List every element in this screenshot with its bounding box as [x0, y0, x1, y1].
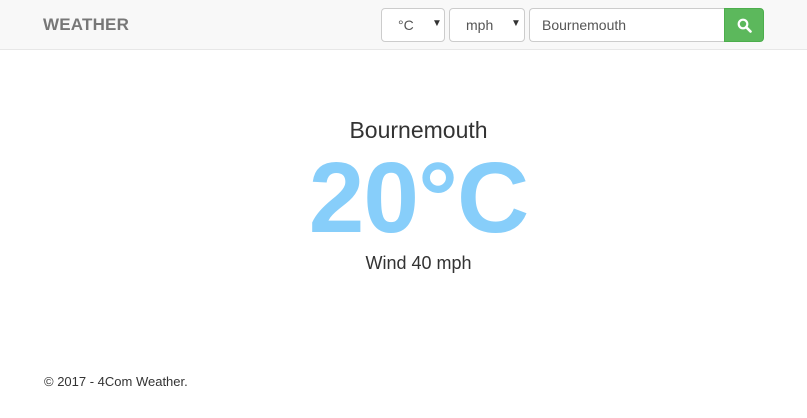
caret-down-icon: ▼ [511, 18, 521, 29]
search-icon [737, 18, 752, 33]
temperature-display: 20°C [308, 142, 529, 254]
search-button[interactable] [724, 8, 764, 42]
footer-copyright: © 2017 - 4Com Weather. [44, 374, 188, 389]
city-name: Bournemouth [349, 117, 488, 143]
brand-logo[interactable]: WEATHER [43, 15, 129, 35]
city-search-input[interactable]: Bournemouth [529, 8, 725, 42]
temperature-unit-value: °C [398, 17, 414, 33]
speed-unit-value: mph [466, 17, 494, 33]
wind-speed: Wind 40 mph [365, 253, 472, 273]
speed-unit-select[interactable]: mph ▼ [449, 8, 525, 42]
navbar: WEATHER °C ▼ mph ▼ Bournemouth [0, 0, 807, 50]
caret-down-icon: ▼ [432, 18, 442, 29]
temperature-unit-select[interactable]: °C ▼ [381, 8, 445, 42]
